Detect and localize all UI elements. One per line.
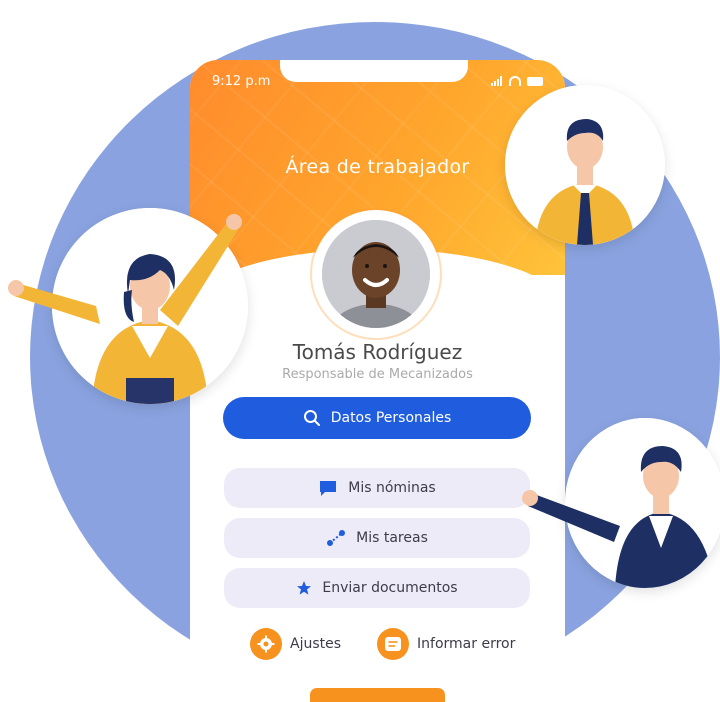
status-time: 9:12 p.m — [212, 74, 271, 89]
bottom-actions: Ajustes Informar error — [250, 628, 515, 660]
settings-label: Ajustes — [290, 636, 342, 652]
send-documents-button[interactable]: Enviar documentos — [224, 568, 530, 608]
man-tie-illustration — [505, 85, 665, 245]
gear-icon — [250, 628, 282, 660]
profile-name: Tomás Rodríguez — [292, 340, 463, 364]
report-error-label: Informar error — [417, 636, 516, 652]
chat-icon — [320, 481, 337, 496]
tasks-button[interactable]: Mis tareas — [224, 518, 530, 558]
tasks-label: Mis tareas — [356, 530, 428, 546]
search-icon — [303, 410, 320, 426]
send-documents-label: Enviar documentos — [322, 580, 458, 596]
wifi-icon — [509, 76, 521, 86]
message-icon — [377, 628, 410, 660]
tasks-icon — [327, 530, 346, 546]
bottom-accent-bar — [310, 688, 445, 702]
payslips-button[interactable]: Mis nóminas — [224, 468, 530, 508]
star-icon — [297, 581, 312, 595]
settings-button[interactable]: Ajustes — [250, 628, 341, 660]
man-waving-arm — [522, 490, 620, 542]
personal-data-label: Datos Personales — [330, 410, 452, 426]
signal-icon — [491, 76, 503, 86]
woman-arms — [8, 214, 242, 326]
profile-role: Responsable de Mecanizados — [282, 367, 473, 382]
report-error-button[interactable]: Informar error — [377, 628, 515, 660]
battery-icon — [527, 76, 543, 86]
payslips-label: Mis nóminas — [348, 480, 436, 496]
personal-data-button[interactable]: Datos Personales — [223, 397, 531, 439]
phone-notch — [280, 60, 468, 82]
avatar — [322, 220, 430, 328]
status-icons — [491, 76, 543, 86]
